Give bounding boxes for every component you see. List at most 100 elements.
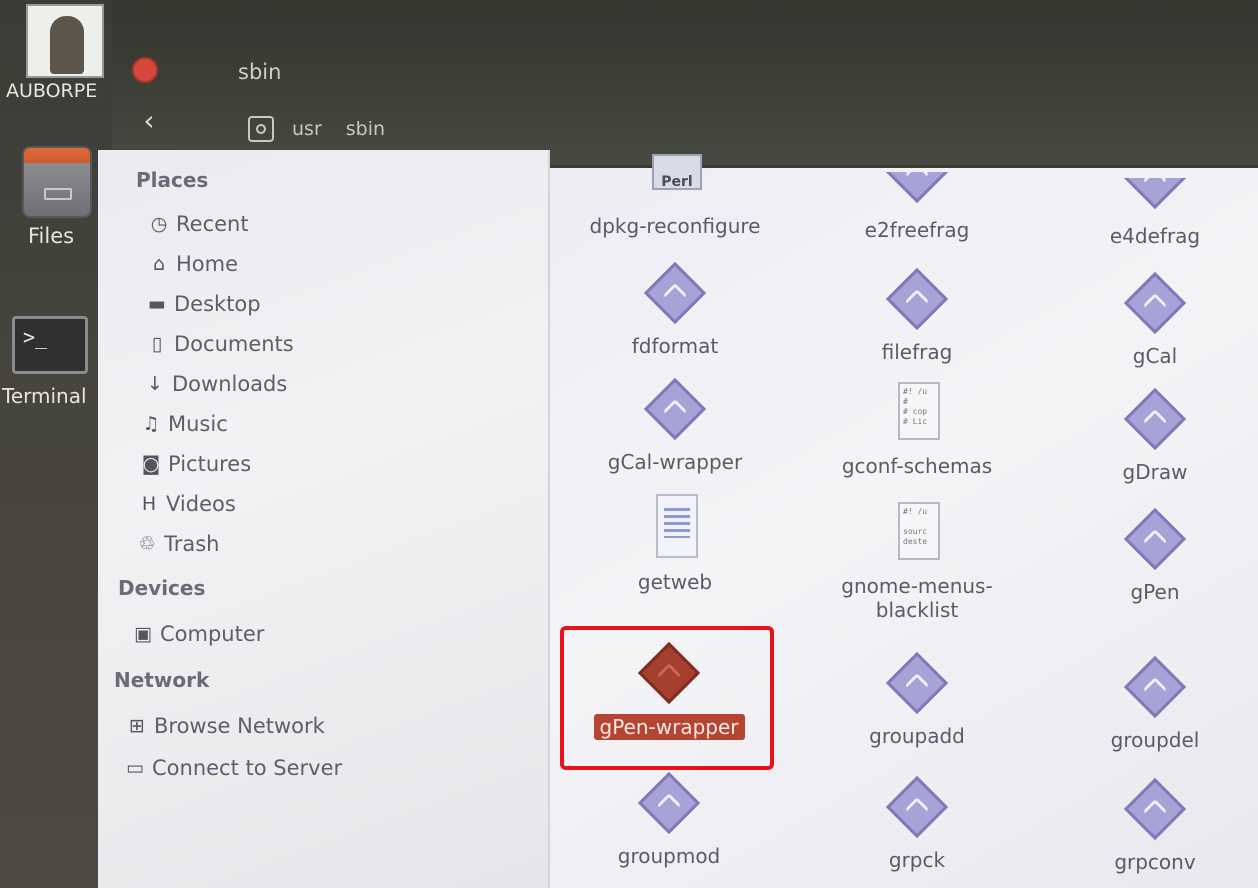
sidebar-item-label: Videos bbox=[166, 492, 236, 516]
script-icon: #! /u sourc deste bbox=[898, 502, 940, 560]
text-document-icon bbox=[656, 494, 698, 558]
person-icon bbox=[50, 16, 84, 74]
sidebar-item-label: Music bbox=[168, 412, 228, 436]
sidebar: Places ◷ Recent ⌂ Home ▬ Desktop ▯ Docum… bbox=[98, 150, 550, 888]
breadcrumb-sbin[interactable]: sbin bbox=[340, 116, 391, 142]
sidebar-item-label: Home bbox=[176, 252, 239, 276]
file-label: e2freefrag bbox=[864, 218, 970, 242]
back-button[interactable]: ‹ bbox=[134, 104, 164, 138]
file-item-grpconv[interactable]: grpconv bbox=[1050, 774, 1258, 874]
sidebar-item-music[interactable]: ♫ Music bbox=[140, 412, 228, 436]
user-avatar[interactable] bbox=[26, 4, 104, 78]
executable-icon bbox=[1123, 777, 1187, 841]
file-item-gconf-schemas[interactable]: #! /u # # cop # Lic gconf-schemas bbox=[812, 378, 1022, 478]
annotation-highlight-box bbox=[560, 626, 774, 770]
executable-icon bbox=[637, 771, 701, 835]
file-item-e4defrag[interactable]: e4defrag bbox=[1050, 178, 1258, 248]
sidebar-item-home[interactable]: ⌂ Home bbox=[148, 252, 238, 276]
file-label: gnome-menus-blacklist bbox=[841, 574, 993, 622]
sidebar-item-videos[interactable]: H Videos bbox=[138, 492, 236, 516]
terminal-prompt: >_ bbox=[23, 325, 48, 349]
file-item-fdformat[interactable]: fdformat bbox=[570, 258, 780, 358]
file-item-dpkg-reconfigure[interactable]: Perl dpkg-reconfigure bbox=[570, 154, 780, 238]
clock-icon: ◷ bbox=[150, 213, 168, 235]
sidebar-item-trash[interactable]: ♲ Trash bbox=[136, 532, 220, 556]
sidebar-item-documents[interactable]: ▯ Documents bbox=[146, 332, 294, 356]
file-item-groupdel[interactable]: groupdel bbox=[1050, 652, 1258, 752]
camera-icon: ◙ bbox=[141, 453, 161, 475]
file-label: groupdel bbox=[1110, 728, 1200, 752]
executable-icon bbox=[885, 651, 949, 715]
breadcrumb: usr sbin bbox=[248, 112, 391, 146]
file-grid: Perl dpkg-reconfigure e2freefrag e4defra… bbox=[550, 154, 1258, 888]
executable-icon bbox=[1123, 655, 1187, 719]
file-label: gCal bbox=[1132, 344, 1178, 368]
sidebar-item-label: Documents bbox=[174, 332, 294, 356]
music-icon: ♫ bbox=[142, 413, 160, 435]
file-label: groupadd bbox=[869, 724, 965, 748]
perl-script-icon: Perl bbox=[652, 154, 702, 190]
file-label: grpck bbox=[888, 848, 946, 872]
file-item-getweb[interactable]: getweb bbox=[570, 494, 780, 594]
sidebar-item-label: Browse Network bbox=[154, 714, 325, 738]
file-label: dpkg-reconfigure bbox=[589, 214, 761, 238]
folder-icon: ▬ bbox=[148, 293, 166, 315]
executable-icon bbox=[885, 775, 949, 839]
file-label: getweb bbox=[637, 570, 713, 594]
window-title: sbin bbox=[238, 60, 282, 84]
file-item-gdraw[interactable]: gDraw bbox=[1050, 384, 1258, 484]
file-label: gDraw bbox=[1122, 460, 1188, 484]
title-bar: sbin ‹ usr sbin bbox=[0, 0, 1258, 165]
drive-icon: ▣ bbox=[134, 623, 152, 645]
sidebar-item-label: Desktop bbox=[174, 292, 261, 316]
executable-icon bbox=[1123, 178, 1187, 210]
sidebar-item-recent[interactable]: ◷ Recent bbox=[148, 212, 249, 236]
file-item-gcal[interactable]: gCal bbox=[1050, 268, 1258, 368]
file-item-gnome-menus-blacklist[interactable]: #! /u sourc deste gnome-menus-blacklist bbox=[812, 498, 1022, 622]
sidebar-item-connect-to-server[interactable]: ▭ Connect to Server bbox=[124, 756, 342, 780]
sidebar-item-computer[interactable]: ▣ Computer bbox=[132, 622, 264, 646]
sidebar-item-browse-network[interactable]: ⊞ Browse Network bbox=[126, 714, 325, 738]
sidebar-item-label: Trash bbox=[164, 532, 220, 556]
file-label: e4defrag bbox=[1109, 224, 1201, 248]
sidebar-item-pictures[interactable]: ◙ Pictures bbox=[140, 452, 251, 476]
drive-icon[interactable] bbox=[248, 116, 274, 142]
sidebar-item-desktop[interactable]: ▬ Desktop bbox=[146, 292, 261, 316]
file-label: gconf-schemas bbox=[841, 454, 993, 478]
launcher: AUBORPE Files >_ Terminal bbox=[0, 0, 112, 888]
file-item-groupmod[interactable]: groupmod bbox=[564, 768, 774, 868]
network-heading: Network bbox=[114, 668, 210, 692]
home-icon: ⌂ bbox=[152, 253, 166, 275]
sidebar-item-label: Recent bbox=[176, 212, 249, 236]
file-item-gpen[interactable]: gPen bbox=[1050, 504, 1258, 604]
file-item-grpck[interactable]: grpck bbox=[812, 772, 1022, 872]
executable-icon bbox=[885, 267, 949, 331]
chevron-left-icon: ‹ bbox=[143, 104, 155, 137]
file-item-filefrag[interactable]: filefrag bbox=[812, 264, 1022, 364]
sidebar-item-label: Computer bbox=[160, 622, 265, 646]
sidebar-item-label: Pictures bbox=[168, 452, 252, 476]
places-heading: Places bbox=[136, 168, 209, 192]
breadcrumb-usr[interactable]: usr bbox=[286, 116, 328, 142]
file-item-groupadd[interactable]: groupadd bbox=[812, 648, 1022, 748]
film-icon: H bbox=[141, 493, 157, 515]
file-label: grpconv bbox=[1114, 850, 1196, 874]
terminal-app-label: Terminal bbox=[2, 384, 87, 408]
download-icon: ↓ bbox=[147, 373, 163, 395]
close-button[interactable] bbox=[132, 57, 158, 83]
file-item-e2freefrag[interactable]: e2freefrag bbox=[812, 172, 1022, 242]
server-icon: ▭ bbox=[126, 757, 144, 779]
executable-icon bbox=[885, 172, 949, 204]
file-item-gcal-wrapper[interactable]: gCal-wrapper bbox=[570, 374, 780, 474]
terminal-app-icon[interactable]: >_ bbox=[12, 316, 88, 374]
file-label: gPen bbox=[1130, 580, 1180, 604]
trash-icon: ♲ bbox=[138, 533, 156, 555]
file-label: gCal-wrapper bbox=[607, 450, 743, 474]
sidebar-item-label: Downloads bbox=[172, 372, 288, 396]
files-app-label: Files bbox=[28, 224, 75, 248]
sidebar-item-label: Connect to Server bbox=[152, 756, 343, 780]
executable-icon bbox=[643, 261, 707, 325]
file-label: fdformat bbox=[631, 334, 719, 358]
files-app-icon[interactable] bbox=[22, 146, 92, 218]
sidebar-item-downloads[interactable]: ↓ Downloads bbox=[144, 372, 287, 396]
